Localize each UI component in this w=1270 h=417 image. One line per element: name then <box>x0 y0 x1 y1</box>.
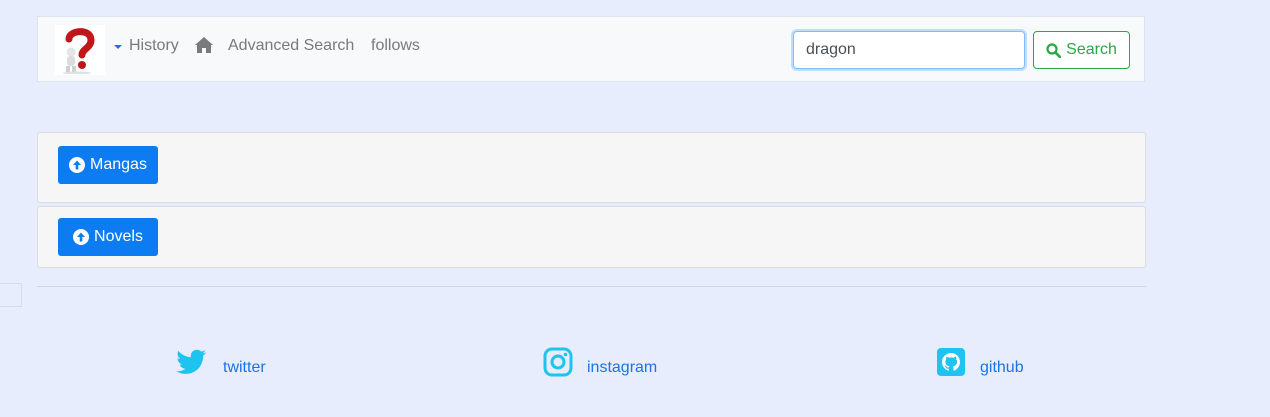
arrow-circle-up-icon <box>73 229 90 245</box>
twitter-link[interactable]: twitter <box>175 346 266 378</box>
caret-down-icon[interactable] <box>114 45 122 49</box>
nav-follows-link[interactable]: follows <box>371 37 420 55</box>
search-icon <box>1046 42 1062 58</box>
mangas-card: Mangas <box>37 132 1146 203</box>
twitter-icon <box>176 349 207 374</box>
footer-divider <box>37 286 1146 287</box>
nav-advanced-search-link[interactable]: Advanced Search <box>228 37 354 55</box>
home-icon[interactable] <box>195 37 213 53</box>
github-icon <box>937 348 965 376</box>
mangas-button-label: Mangas <box>90 156 147 173</box>
nav-history-link[interactable]: History <box>129 37 179 55</box>
novels-toggle-button[interactable]: Novels <box>58 218 158 256</box>
question-mark-logo-icon <box>63 28 95 74</box>
search-button-label: Search <box>1066 41 1117 58</box>
navbar: History Advanced Search follows Search <box>37 16 1145 82</box>
search-input[interactable] <box>793 31 1025 69</box>
side-tab[interactable] <box>0 283 22 307</box>
instagram-icon <box>543 347 573 377</box>
instagram-link[interactable]: instagram <box>542 346 657 378</box>
instagram-label: instagram <box>587 359 658 376</box>
search-button[interactable]: Search <box>1033 31 1130 69</box>
novels-card: Novels <box>37 206 1146 268</box>
mangas-toggle-button[interactable]: Mangas <box>58 146 158 184</box>
site-logo[interactable] <box>55 25 105 75</box>
arrow-circle-up-icon <box>69 157 86 173</box>
twitter-label: twitter <box>223 359 266 376</box>
github-link[interactable]: github <box>935 346 1024 378</box>
github-label: github <box>980 359 1024 376</box>
novels-button-label: Novels <box>94 228 143 245</box>
